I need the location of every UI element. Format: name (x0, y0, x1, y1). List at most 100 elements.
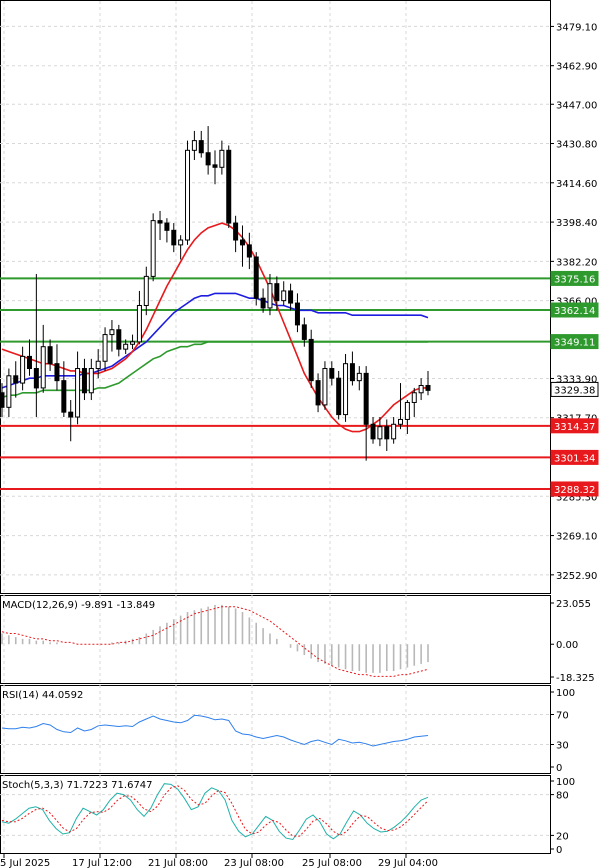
candle-bear (425, 384, 431, 391)
candle-bear (61, 380, 67, 413)
price-tick-label: 3462.90 (556, 62, 597, 73)
candle-bear (226, 149, 232, 224)
time-tick-label: 21 Jul 08:00 (148, 858, 208, 868)
candle-bear (233, 222, 239, 241)
candle-bear (246, 244, 252, 258)
price-label-text: 3329.38 (554, 385, 595, 396)
time-tick-label: 25 Jul 08:00 (302, 858, 362, 868)
rsi-tick-label: 30 (556, 741, 569, 752)
candle-bear (205, 152, 211, 166)
macd-tick-label: -18.325 (556, 673, 595, 684)
candle-bear (260, 297, 266, 309)
candle-bear (288, 290, 294, 304)
candle-bear (47, 346, 53, 365)
candle-bull (219, 149, 225, 168)
candle-bear (308, 338, 314, 382)
candle-bull (95, 360, 101, 370)
candle-bear (33, 368, 39, 389)
time-tick-label: 29 Jul 04:00 (378, 858, 438, 868)
price-level-labels: 3375.16 3362.14 3349.11 3329.38 3314.37 3301.… (550, 270, 599, 497)
candle-bull (356, 372, 362, 382)
candle-bull (123, 343, 129, 350)
price-label-text: 3288.32 (554, 485, 595, 496)
candle-bear (370, 423, 376, 440)
macd-title: MACD(12,26,9) -9.891 -13.849 (2, 600, 155, 611)
candle-bull (88, 368, 94, 394)
rsi-tick-label: 100 (556, 688, 575, 699)
time-tick-label: 5 Jul 2025 (0, 858, 50, 868)
candle-bear (54, 363, 60, 382)
candle-bull (404, 401, 410, 420)
stoch-tick-label: 100 (556, 777, 575, 788)
candle-bull (136, 304, 142, 343)
price-tick-label: 3447.00 (556, 100, 597, 111)
candle-bull (109, 329, 115, 336)
price-tick-label: 3269.10 (556, 532, 597, 543)
candle-bear (198, 140, 204, 154)
candle-bull (281, 290, 287, 302)
price-label-text: 3375.16 (554, 274, 595, 285)
candle-bull (178, 239, 184, 246)
rsi-tick-label: 0 (556, 763, 562, 774)
price-label-text: 3362.14 (554, 306, 595, 317)
rsi-tick-label: 70 (556, 711, 569, 722)
candle-bull (150, 220, 156, 277)
candle-bull (418, 384, 424, 394)
candle-bull (143, 275, 149, 306)
candle-bear (212, 164, 218, 168)
candle-bear (157, 220, 163, 224)
price-tick-label: 3382.20 (556, 257, 597, 268)
price-tick-label: 3414.60 (556, 179, 597, 190)
candle-bear (13, 375, 19, 384)
candle-bull (343, 363, 349, 416)
candle-bull (411, 392, 417, 403)
candle-bull (40, 346, 46, 389)
stoch-tick-label: 0 (556, 845, 562, 856)
candle-bull (75, 368, 81, 418)
candle-bear (68, 411, 74, 418)
candle-bull (377, 426, 383, 440)
candle-bull (20, 355, 26, 384)
candle-bull (391, 423, 397, 440)
trading-chart[interactable]: 3479.10 3462.90 3447.00 3430.80 3414.60 3398.… (0, 0, 600, 868)
candle-bear (363, 372, 369, 425)
candle-bear (294, 302, 300, 326)
price-tick-label: 3430.80 (556, 140, 597, 151)
price-tick-label: 3252.90 (556, 571, 597, 582)
candle-bear (239, 239, 245, 246)
candle-bear (384, 426, 390, 440)
time-axis: 5 Jul 2025 17 Jul 12:00 21 Jul 08:00 23 Jul… (0, 854, 438, 868)
candle-bear (26, 355, 32, 370)
candle-bull (130, 341, 136, 345)
candle-bear (171, 229, 177, 246)
candle-bull (267, 283, 273, 309)
stoch-title: Stoch(5,3,3) 71.7223 71.6747 (2, 780, 153, 791)
price-y-axis: 3479.10 3462.90 3447.00 3430.80 3414.60 3398.… (550, 22, 597, 582)
candle-bear (301, 324, 307, 340)
candle-bear (274, 283, 280, 302)
stoch-tick-label: 80 (556, 791, 569, 802)
price-tick-label: 3479.10 (556, 22, 597, 33)
candle-bull (6, 375, 12, 408)
candle-bull (185, 149, 191, 241)
candle-bear (164, 222, 170, 231)
macd-tick-label: 23.055 (556, 599, 591, 610)
candle-bear (349, 363, 355, 382)
price-label-text: 3349.11 (554, 338, 595, 349)
time-tick-label: 17 Jul 12:00 (72, 858, 132, 868)
candle-bear (253, 256, 259, 299)
price-label-text: 3301.34 (554, 453, 595, 464)
candle-bear (0, 392, 5, 408)
candle-bear (116, 329, 122, 350)
candle-bull (398, 418, 404, 425)
candle-bull (322, 368, 328, 406)
candle-bull (102, 334, 108, 362)
candle-bear (315, 380, 321, 406)
price-label-text: 3314.37 (554, 422, 595, 433)
price-tick-label: 3398.40 (556, 218, 597, 229)
candle-bear (329, 368, 335, 379)
candle-bull (191, 140, 197, 151)
rsi-title: RSI(14) 44.0592 (2, 690, 83, 701)
stoch-tick-label: 20 (556, 831, 569, 842)
candle-bear (336, 377, 342, 416)
